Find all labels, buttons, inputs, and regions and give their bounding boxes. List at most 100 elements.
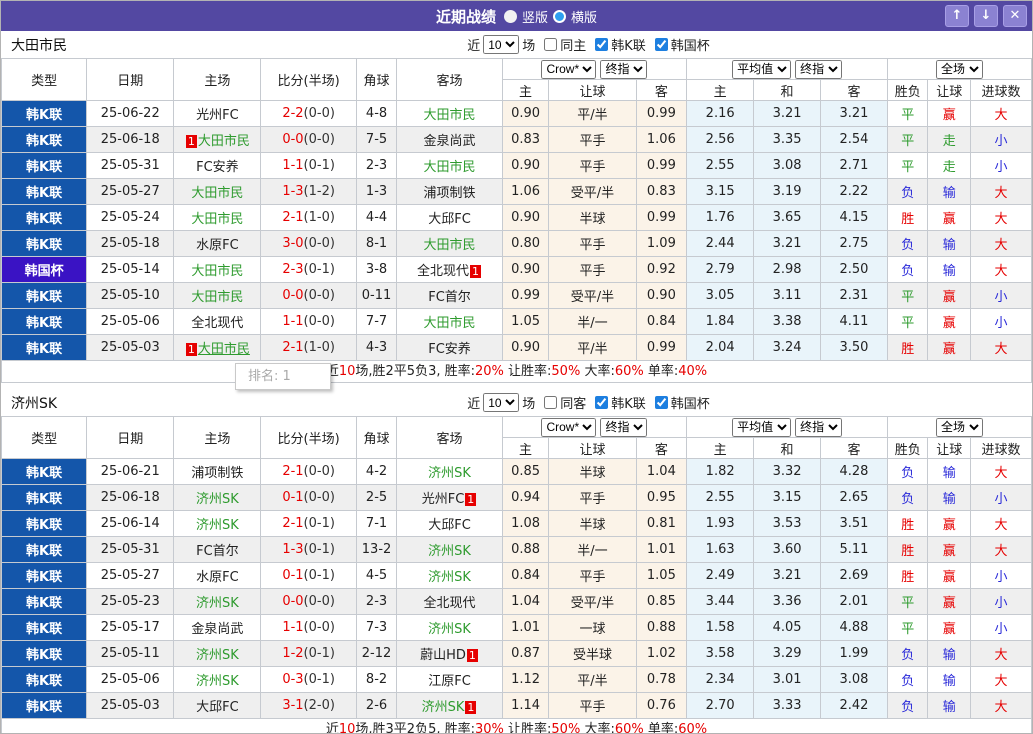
away-team-cell[interactable]: 光州FC 1 (396, 484, 503, 511)
team-link[interactable]: 济州SK (428, 622, 471, 637)
home-team-cell[interactable]: 大田市民 (173, 256, 262, 283)
away-team-cell[interactable]: FC首尔 (396, 282, 503, 309)
team-link[interactable]: 大田市民 (191, 186, 243, 201)
team-link[interactable]: 大田市民 (191, 212, 243, 227)
away-team-cell[interactable]: 江原FC (396, 666, 503, 693)
home-team-cell[interactable]: 水原FC (173, 230, 262, 257)
team-link[interactable]: 金泉尚武 (191, 622, 243, 637)
match-count-select[interactable]: 10 (483, 35, 520, 54)
team-link[interactable]: 大田市民 (424, 316, 476, 331)
odds-final-select[interactable]: 终指 (600, 59, 648, 79)
team-link[interactable]: 光州FC (422, 492, 465, 507)
team-link[interactable]: 济州SK (196, 596, 239, 611)
home-team-cell[interactable]: 大邱FC (173, 692, 262, 719)
away-team-cell[interactable]: 浦项制铁 (396, 178, 503, 205)
team-link[interactable]: 济州SK (422, 700, 465, 715)
team-link[interactable]: 济州SK (196, 674, 239, 689)
home-team-cell[interactable]: 1 大田市民 (173, 334, 262, 361)
away-team-cell[interactable]: 大田市民 (396, 230, 503, 257)
home-team-cell[interactable]: 1 大田市民 (173, 126, 262, 153)
team-link[interactable]: 大田市民 (191, 290, 243, 305)
cup-filter-label[interactable]: 韩国杯 (671, 35, 710, 54)
away-team-cell[interactable]: 全北现代 1 (396, 256, 503, 283)
team-link[interactable]: 济州SK (428, 544, 471, 559)
away-team-cell[interactable]: 金泉尚武 (396, 126, 503, 153)
home-team-cell[interactable]: 金泉尚武 (173, 614, 262, 641)
team-link[interactable]: 大田市民 (424, 160, 476, 175)
team-link[interactable]: 济州SK (196, 648, 239, 663)
match-scope-select[interactable]: 全场 (935, 59, 983, 79)
team-link[interactable]: 济州SK (196, 492, 239, 507)
home-team-cell[interactable]: 济州SK (173, 588, 262, 615)
team-link[interactable]: 济州SK (428, 570, 471, 585)
team-link[interactable]: 浦项制铁 (191, 466, 243, 481)
team-link[interactable]: FC安养 (428, 342, 471, 357)
away-team-cell[interactable]: 大邱FC (396, 510, 503, 537)
odds-company-select[interactable]: Crow* (541, 417, 597, 437)
team-link[interactable]: 大田市民 (424, 238, 476, 253)
team-link[interactable]: 全北现代 (417, 264, 469, 279)
horizontal-layout-radio[interactable] (553, 9, 566, 23)
team-link[interactable]: 浦项制铁 (424, 186, 476, 201)
away-team-cell[interactable]: 蔚山HD 1 (396, 640, 503, 667)
home-team-cell[interactable]: 大田市民 (173, 282, 262, 309)
team-link[interactable]: 大邱FC (428, 212, 471, 227)
away-team-cell[interactable]: 大邱FC (396, 204, 503, 231)
same-venue-label[interactable]: 同主 (560, 35, 586, 54)
odds-final-select[interactable]: 终指 (600, 417, 648, 437)
avg-primary-select[interactable]: 平均值 (732, 417, 792, 437)
avg-primary-select[interactable]: 平均值 (732, 59, 792, 79)
team-link[interactable]: 大邱FC (428, 518, 471, 533)
avg-final-select[interactable]: 终指 (795, 59, 843, 79)
team-link[interactable]: 金泉尚武 (424, 134, 476, 149)
home-team-cell[interactable]: 光州FC (173, 100, 262, 127)
league-filter-label[interactable]: 韩K联 (611, 35, 646, 54)
team-link[interactable]: 大田市民 (198, 134, 250, 149)
horizontal-layout-label[interactable]: 横版 (571, 7, 597, 26)
away-team-cell[interactable]: 济州SK (396, 614, 503, 641)
home-team-cell[interactable]: 全北现代 (173, 308, 262, 335)
team-link[interactable]: 大田市民 (198, 342, 250, 357)
team-link[interactable]: 江原FC (428, 674, 471, 689)
match-scope-select[interactable]: 全场 (935, 417, 983, 437)
team-link[interactable]: 大邱FC (196, 700, 239, 715)
away-team-cell[interactable]: 济州SK (396, 562, 503, 589)
team-link[interactable]: FC首尔 (428, 290, 471, 305)
close-button[interactable]: ✕ (1003, 5, 1027, 27)
home-team-cell[interactable]: 浦项制铁 (173, 458, 262, 485)
home-team-cell[interactable]: FC首尔 (173, 536, 262, 563)
vertical-layout-radio[interactable] (503, 9, 517, 23)
team-link[interactable]: 水原FC (196, 238, 239, 253)
home-team-cell[interactable]: 水原FC (173, 562, 262, 589)
same-venue-checkbox[interactable] (544, 396, 558, 409)
home-team-cell[interactable]: 济州SK (173, 666, 262, 693)
team-link[interactable]: 大田市民 (191, 264, 243, 279)
team-link[interactable]: 济州SK (196, 518, 239, 533)
home-team-cell[interactable]: FC安养 (173, 152, 262, 179)
away-team-cell[interactable]: 大田市民 (396, 152, 503, 179)
same-venue-label[interactable]: 同客 (560, 393, 586, 412)
move-up-button[interactable]: ↑ (945, 5, 969, 27)
avg-final-select[interactable]: 终指 (795, 417, 843, 437)
league-filter-label[interactable]: 韩K联 (611, 393, 646, 412)
away-team-cell[interactable]: 大田市民 (396, 100, 503, 127)
team-link[interactable]: 水原FC (196, 570, 239, 585)
home-team-cell[interactable]: 济州SK (173, 510, 262, 537)
cup-filter-label[interactable]: 韩国杯 (671, 393, 710, 412)
away-team-cell[interactable]: 济州SK 1 (396, 692, 503, 719)
away-team-cell[interactable]: 济州SK (396, 536, 503, 563)
team-link[interactable]: 大田市民 (424, 108, 476, 123)
team-link[interactable]: 蔚山HD (420, 648, 466, 663)
team-link[interactable]: 全北现代 (191, 316, 243, 331)
same-venue-checkbox[interactable] (544, 38, 558, 51)
away-team-cell[interactable]: 全北现代 (396, 588, 503, 615)
team-link[interactable]: 光州FC (196, 108, 239, 123)
cup-filter-checkbox[interactable] (654, 38, 668, 51)
home-team-cell[interactable]: 大田市民 (173, 178, 262, 205)
home-team-cell[interactable]: 大田市民 (173, 204, 262, 231)
team-link[interactable]: FC安养 (196, 160, 239, 175)
team-link[interactable]: 全北现代 (424, 596, 476, 611)
home-team-cell[interactable]: 济州SK (173, 484, 262, 511)
team-link[interactable]: 济州SK (428, 466, 471, 481)
odds-company-select[interactable]: Crow* (541, 59, 597, 79)
